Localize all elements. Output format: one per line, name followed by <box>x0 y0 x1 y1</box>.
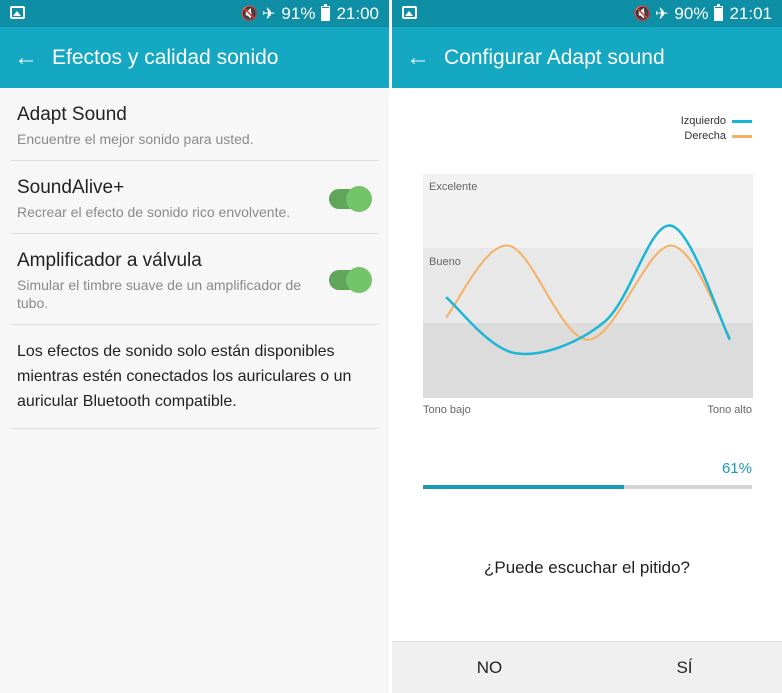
answer-bar: NO SÍ <box>392 641 782 693</box>
item-subtitle: Simular el timbre suave de un amplificad… <box>17 277 302 311</box>
settings-list: Adapt Sound Encuentre el mejor sonido pa… <box>0 88 389 429</box>
item-subtitle: Recrear el efecto de sonido rico envolve… <box>17 204 291 220</box>
question-text: ¿Puede escuchar el pitido? <box>483 558 691 577</box>
back-arrow-icon[interactable]: ← <box>0 44 52 72</box>
info-text: Los efectos de sonido solo están disponi… <box>11 325 379 429</box>
battery-text: 91% <box>281 3 316 23</box>
mute-icon: 🔇 <box>240 5 258 21</box>
toggle-knob <box>346 267 372 293</box>
battery-icon <box>321 4 331 21</box>
item-title: SoundAlive+ <box>17 177 125 198</box>
hearing-chart: Excelente Bueno <box>423 174 753 398</box>
clock: 21:00 <box>336 3 379 23</box>
tube-amplifier-item[interactable]: Amplificador a válvula Simular el timbre… <box>11 234 379 325</box>
item-title: Amplificador a válvula <box>17 250 202 271</box>
no-button[interactable]: NO <box>392 642 587 693</box>
settings-screen: 🔇 ✈ 91% 21:00 ← Efectos y calidad sonido… <box>0 0 389 693</box>
band-label-excelente: Excelente <box>429 181 477 193</box>
adapt-sound-item[interactable]: Adapt Sound Encuentre el mejor sonido pa… <box>11 88 379 161</box>
airplane-icon: ✈ <box>262 5 276 23</box>
progress-percent: 61% <box>721 460 752 477</box>
app-bar: ← Efectos y calidad sonido <box>0 27 389 88</box>
yes-button[interactable]: SÍ <box>587 642 782 693</box>
adapt-sound-screen: 🔇 ✈ 90% 21:01 ← Configurar Adapt sound I… <box>392 0 782 693</box>
item-title: Adapt Sound <box>17 104 127 125</box>
progress-fill <box>423 485 624 489</box>
toggle-knob <box>346 186 372 212</box>
band-bueno <box>423 248 753 323</box>
band-label-bueno: Bueno <box>429 256 461 268</box>
tube-amplifier-toggle[interactable] <box>329 267 372 293</box>
progress-bar <box>423 485 752 489</box>
soundalive-toggle[interactable] <box>329 186 372 212</box>
page-title: Efectos y calidad sonido <box>52 45 279 69</box>
status-bar: 🔇 ✈ 91% 21:00 <box>0 0 389 27</box>
x-axis-min-label: Tono bajo <box>423 404 471 416</box>
item-subtitle: Encuentre el mejor sonido para usted. <box>17 131 254 147</box>
x-axis-max-label: Tono alto <box>707 404 752 416</box>
soundalive-item[interactable]: SoundAlive+ Recrear el efecto de sonido … <box>11 161 379 234</box>
gallery-icon <box>10 6 25 19</box>
